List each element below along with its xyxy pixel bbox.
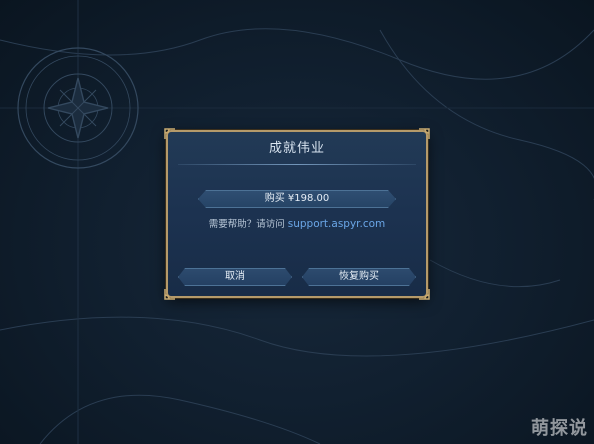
help-prefix: 需要帮助？请访问 (208, 219, 285, 230)
support-link[interactable]: support.aspyr.com (288, 218, 386, 230)
dialog-title: 成就伟业 (268, 141, 325, 156)
restore-purchases-button[interactable]: 恢复购买 (302, 268, 416, 286)
cancel-button[interactable]: 取消 (178, 268, 292, 286)
watermark-logo: 萌探说 (531, 418, 588, 439)
gold-corner-ornament-icon (419, 289, 430, 300)
achievement-purchase-dialog: 成就伟业 购买 ¥198.00 需要帮助？请访问 support.aspyr.c… (164, 128, 430, 300)
game-screen: 成就伟业 购买 ¥198.00 需要帮助？请访问 support.aspyr.c… (0, 0, 594, 444)
purchase-button[interactable]: 购买 ¥198.00 (198, 190, 396, 208)
help-text: 需要帮助？请访问 support.aspyr.com (168, 216, 426, 230)
gold-corner-ornament-icon (164, 289, 175, 300)
title-divider (178, 164, 416, 165)
